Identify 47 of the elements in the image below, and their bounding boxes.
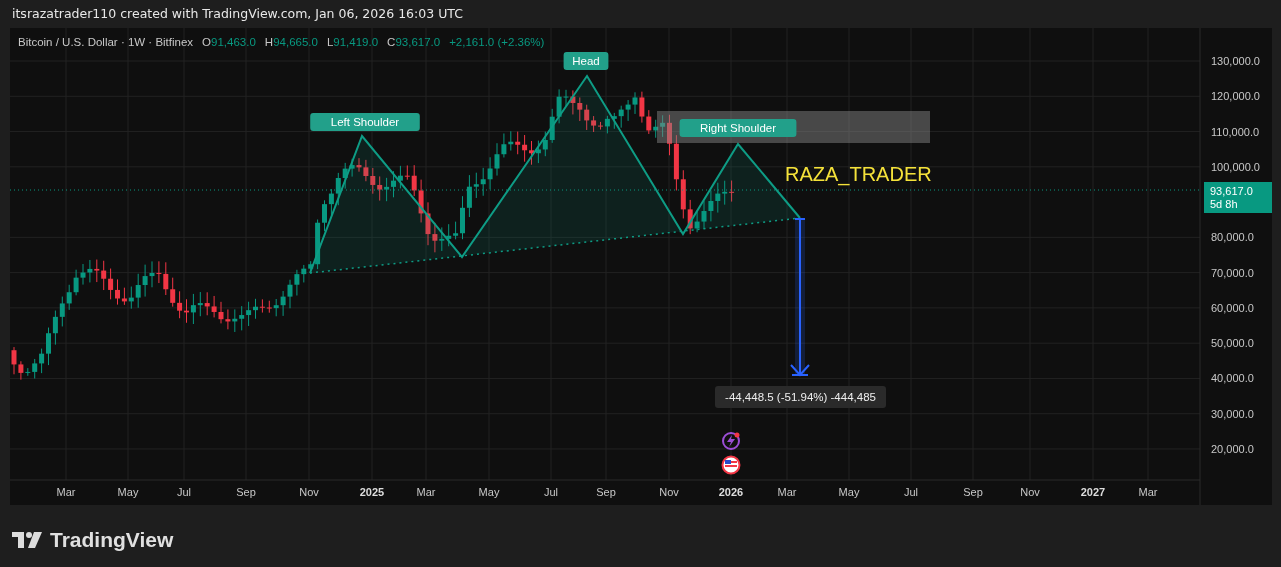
symbol-text: Bitcoin / U.S. Dollar · 1W · Bitfinex bbox=[18, 36, 194, 48]
time-label: Nov bbox=[659, 486, 679, 498]
time-label: Nov bbox=[1020, 486, 1040, 498]
time-label: Mar bbox=[1138, 486, 1158, 498]
time-label: Mar bbox=[56, 486, 76, 498]
price-label: 20,000.0 bbox=[1211, 442, 1254, 455]
ohlc-value: C93,617.0 bbox=[387, 36, 441, 48]
pattern-label: Head bbox=[563, 52, 609, 70]
pattern-label: Right Shoulder bbox=[679, 119, 797, 137]
time-label: Sep bbox=[963, 486, 983, 498]
pattern-label: Left Shoulder bbox=[310, 113, 420, 131]
time-label: Mar bbox=[416, 486, 436, 498]
lightning-icon[interactable] bbox=[722, 432, 740, 450]
ohlc-value: H94,665.0 bbox=[264, 36, 318, 48]
time-label: Mar bbox=[777, 486, 797, 498]
price-label: 110,000.0 bbox=[1211, 125, 1260, 138]
time-label: Jul bbox=[543, 486, 559, 498]
time-label: Sep bbox=[236, 486, 256, 498]
last-price-tag: 93,617.0 5d 8h bbox=[1204, 182, 1272, 213]
time-label: Sep bbox=[596, 486, 616, 498]
time-label: Jul bbox=[903, 486, 919, 498]
price-label: 70,000.0 bbox=[1211, 266, 1254, 279]
time-label: 2026 bbox=[718, 486, 744, 498]
change-value: +2,161.0 (+2.36%) bbox=[449, 36, 545, 48]
price-label: 100,000.0 bbox=[1211, 160, 1260, 173]
chart-text: RAZA_TRADER bbox=[785, 163, 932, 185]
time-label: May bbox=[478, 486, 500, 498]
price-label: 40,000.0 bbox=[1211, 372, 1254, 385]
price-label: 30,000.0 bbox=[1211, 407, 1254, 420]
time-label: 2027 bbox=[1080, 486, 1106, 498]
time-label: May bbox=[838, 486, 860, 498]
attribution-text: itsrazatrader110 created with TradingView.com, Jan 06, 2026 16:03 UTC bbox=[11, 5, 464, 23]
ohlc-value: L91,419.0 bbox=[326, 36, 379, 48]
flag-icon[interactable] bbox=[721, 455, 741, 475]
tradingview-logo-icon bbox=[12, 532, 42, 548]
price-label: 120,000.0 bbox=[1211, 90, 1260, 103]
time-label: Jul bbox=[176, 486, 192, 498]
price-label: 130,000.0 bbox=[1211, 55, 1260, 67]
ohlc-value: O91,463.0 bbox=[202, 36, 256, 48]
time-label: Nov bbox=[299, 486, 319, 498]
time-label: May bbox=[117, 486, 139, 498]
time-label: 2025 bbox=[359, 486, 385, 498]
price-label: 50,000.0 bbox=[1211, 337, 1254, 350]
price-label: 60,000.0 bbox=[1211, 301, 1254, 314]
price-label: 80,000.0 bbox=[1211, 231, 1254, 244]
measure-label: -44,448.5 (-51.94%) -444,485 bbox=[715, 386, 886, 408]
tradingview-logo-text: TradingView bbox=[50, 528, 174, 552]
